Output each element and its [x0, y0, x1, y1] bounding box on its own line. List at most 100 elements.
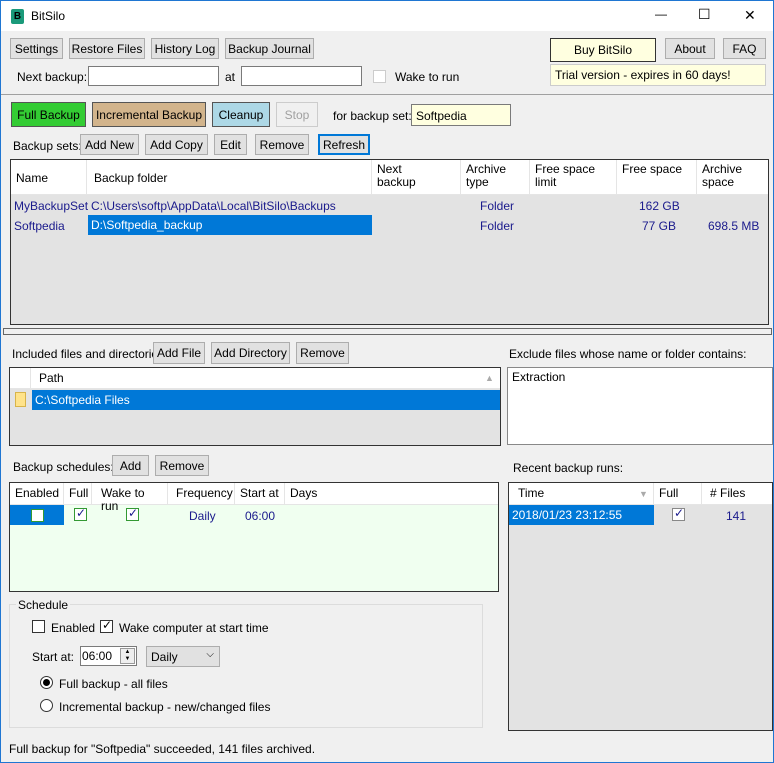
table-row[interactable]: 2018/01/23 23:12:55 141 [509, 505, 772, 525]
next-backup-time-field[interactable] [241, 66, 362, 86]
column-header[interactable]: Next backup [372, 160, 432, 194]
cell-files: 141 [726, 509, 747, 523]
full-backup-radio[interactable] [40, 676, 53, 689]
column-header[interactable]: Archive space [697, 160, 768, 194]
backup-schedules-label: Backup schedules: [13, 460, 114, 474]
add-directory-button[interactable]: Add Directory [211, 342, 290, 364]
cell-folder: D:\Softpedia_backup [88, 215, 372, 235]
column-header[interactable]: Free space limit [530, 160, 617, 194]
incremental-backup-button[interactable]: Incremental Backup [92, 102, 206, 127]
table-header: Path ▲ [10, 368, 500, 389]
column-header-path[interactable]: Path [31, 368, 500, 388]
cleanup-button[interactable]: Cleanup [212, 102, 270, 127]
column-header[interactable]: Archive type [460, 160, 530, 194]
table-header: Enabled Full Wake to run Frequency Start… [10, 483, 498, 513]
recent-runs-table: Time ▼ Full # Files 2018/01/23 23:12:55 … [508, 482, 773, 731]
sort-descending-icon: ▼ [639, 489, 648, 499]
cell-time: 2018/01/23 23:12:55 [509, 505, 654, 525]
wake-to-run-checkbox[interactable] [373, 70, 386, 83]
recent-runs-label: Recent backup runs: [513, 461, 624, 475]
splitter[interactable] [3, 328, 772, 335]
backup-set-field[interactable]: Softpedia [411, 104, 511, 126]
frequency-select[interactable]: Daily ⌵ [146, 646, 220, 667]
table-row[interactable]: Daily 06:00 [10, 505, 498, 525]
column-header[interactable]: # Files [702, 483, 772, 504]
full-checkbox[interactable] [74, 506, 87, 521]
schedule-legend: Schedule [16, 598, 71, 612]
included-label: Included files and directories: [12, 347, 168, 361]
backup-journal-button[interactable]: Backup Journal [225, 38, 314, 59]
close-button[interactable]: ✕ [744, 7, 756, 24]
backup-sets-label: Backup sets: [13, 139, 82, 153]
column-header[interactable]: Wake to run [92, 483, 168, 513]
remove-schedule-button[interactable]: Remove [155, 455, 209, 476]
table-row[interactable]: MyBackupSet C:\Users\softp\AppData\Local… [11, 196, 768, 216]
wake-to-run-label: Wake to run [395, 70, 460, 84]
table-row[interactable]: Softpedia D:\Softpedia_backup Folder 77 … [11, 215, 768, 235]
remove-path-button[interactable]: Remove [296, 342, 349, 364]
add-copy-button[interactable]: Add Copy [145, 134, 208, 155]
status-bar-text: Full backup for "Softpedia" succeeded, 1… [9, 742, 316, 756]
column-header[interactable]: Name [11, 160, 87, 194]
column-header[interactable]: Time [509, 483, 654, 504]
column-header[interactable]: Frequency [168, 483, 235, 504]
maximize-button[interactable]: ☐ [698, 6, 711, 23]
add-schedule-button[interactable]: Add [112, 455, 149, 476]
folder-icon [15, 392, 26, 407]
remove-set-button[interactable]: Remove [255, 134, 309, 155]
column-header[interactable]: Backup folder [87, 160, 372, 194]
column-header[interactable]: Enabled [10, 483, 64, 504]
sort-ascending-icon: ▲ [485, 373, 494, 383]
list-item[interactable]: C:\Softpedia Files [32, 390, 500, 410]
wake-computer-checkbox[interactable] [100, 618, 113, 633]
stop-button[interactable]: Stop [276, 102, 318, 127]
history-log-button[interactable]: History Log [151, 38, 219, 59]
add-new-button[interactable]: Add New [80, 134, 139, 155]
column-header[interactable]: Start at [235, 483, 285, 504]
for-backup-set-label: for backup set: [333, 109, 412, 123]
column-header[interactable]: Days [285, 483, 498, 504]
cell-name: MyBackupSet [14, 199, 89, 213]
cell-archive: 698.5 MB [708, 219, 760, 233]
column-header[interactable]: Full [64, 483, 92, 504]
enabled-label: Enabled [51, 621, 96, 635]
divider [1, 94, 773, 95]
table-header: Time ▼ Full # Files [509, 483, 772, 505]
faq-button[interactable]: FAQ [723, 38, 766, 59]
minimize-button[interactable]: — [655, 7, 667, 21]
next-backup-label: Next backup: [17, 70, 88, 84]
backup-sets-table: Name Backup folder Next backup Archive t… [10, 159, 769, 325]
buy-button[interactable]: Buy BitSilo [550, 38, 656, 62]
exclude-textarea[interactable]: Extraction [507, 367, 773, 445]
wake-checkbox[interactable] [126, 506, 139, 521]
about-button[interactable]: About [665, 38, 715, 59]
cell-folder: C:\Users\softp\AppData\Local\BitSilo\Bac… [91, 199, 336, 213]
cell-start: 06:00 [245, 509, 276, 523]
cell-free: 77 GB [642, 219, 677, 233]
app-logo-icon: B [11, 9, 24, 24]
included-paths-list: Path ▲ C:\Softpedia Files [9, 367, 501, 446]
cell-type: Folder [480, 219, 515, 233]
cell-name: Softpedia [14, 219, 65, 233]
enabled-checkbox[interactable] [31, 509, 44, 522]
title-bar: B BitSilo — ☐ ✕ [1, 1, 773, 31]
wake-computer-label: Wake computer at start time [119, 621, 269, 635]
full-backup-button[interactable]: Full Backup [11, 102, 86, 127]
window-title: BitSilo [31, 9, 66, 23]
settings-button[interactable]: Settings [10, 38, 63, 59]
edit-button[interactable]: Edit [214, 134, 247, 155]
add-file-button[interactable]: Add File [153, 342, 205, 364]
refresh-button[interactable]: Refresh [318, 134, 370, 155]
restore-files-button[interactable]: Restore Files [69, 38, 145, 59]
trial-notice: Trial version - expires in 60 days! [550, 64, 766, 86]
enabled-checkbox[interactable] [32, 620, 45, 633]
column-header[interactable]: Full [654, 483, 702, 504]
next-backup-field[interactable] [88, 66, 219, 86]
incremental-backup-radio[interactable] [40, 699, 53, 712]
incremental-backup-radio-label: Incremental backup - new/changed files [59, 700, 271, 714]
at-label: at [225, 70, 236, 84]
time-spinner[interactable]: ▲ ▼ [120, 648, 135, 664]
cell-frequency: Daily [189, 509, 216, 523]
column-header[interactable]: Free space [617, 160, 697, 194]
schedules-table: Enabled Full Wake to run Frequency Start… [9, 482, 499, 592]
